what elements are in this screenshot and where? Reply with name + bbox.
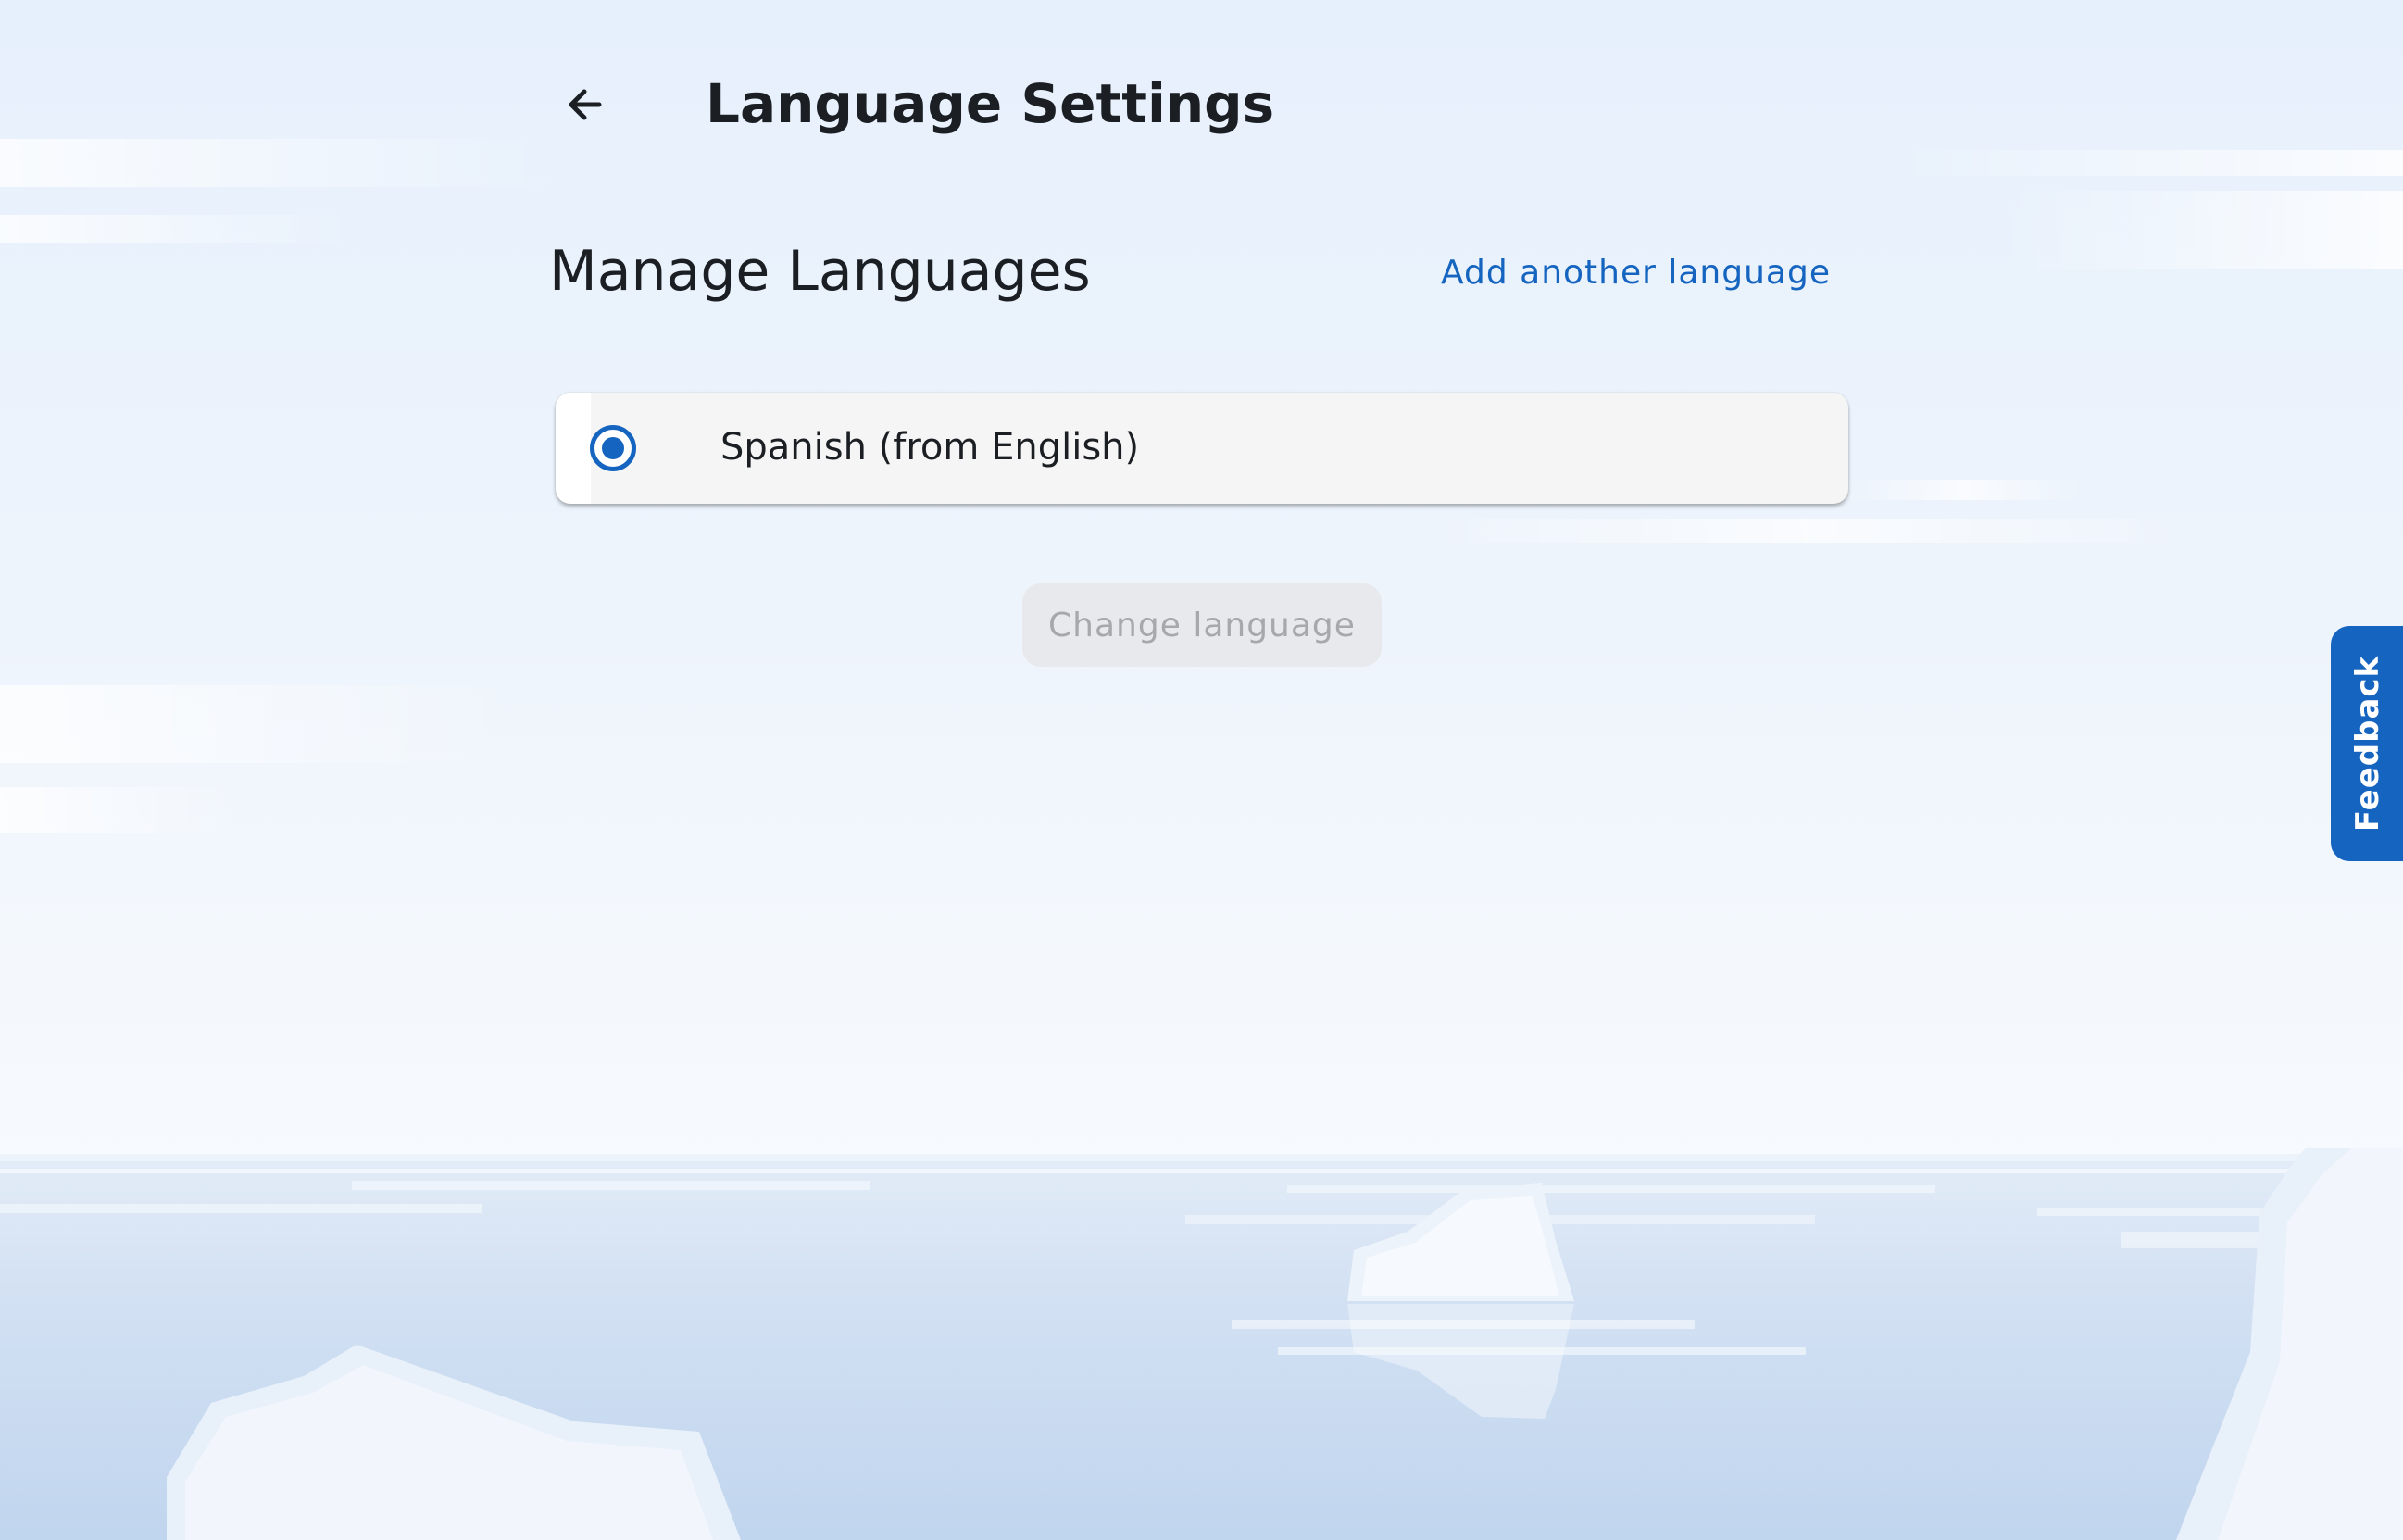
feedback-tab-button[interactable]: Feedback <box>2331 626 2403 861</box>
add-language-link[interactable]: Add another language <box>1441 254 1831 292</box>
language-option-label: Spanish (from English) <box>720 426 1140 469</box>
back-button[interactable] <box>552 72 617 137</box>
sky-streaks-decoration <box>0 139 2403 833</box>
change-language-button[interactable]: Change language <box>1022 583 1382 667</box>
section-title: Manage Languages <box>549 239 1091 304</box>
card-accent-stripe <box>556 393 591 504</box>
radio-selected-dot <box>602 437 624 459</box>
language-option-card[interactable]: Spanish (from English) <box>556 393 1848 504</box>
language-radio-button[interactable] <box>590 425 636 471</box>
feedback-label: Feedback <box>2349 655 2386 833</box>
arrow-left-icon <box>569 89 602 120</box>
iceberg-scene-decoration <box>0 1148 2403 1540</box>
page-title: Language Settings <box>706 72 1275 135</box>
language-settings-page: Language Settings Manage Languages Add a… <box>0 0 2403 1540</box>
